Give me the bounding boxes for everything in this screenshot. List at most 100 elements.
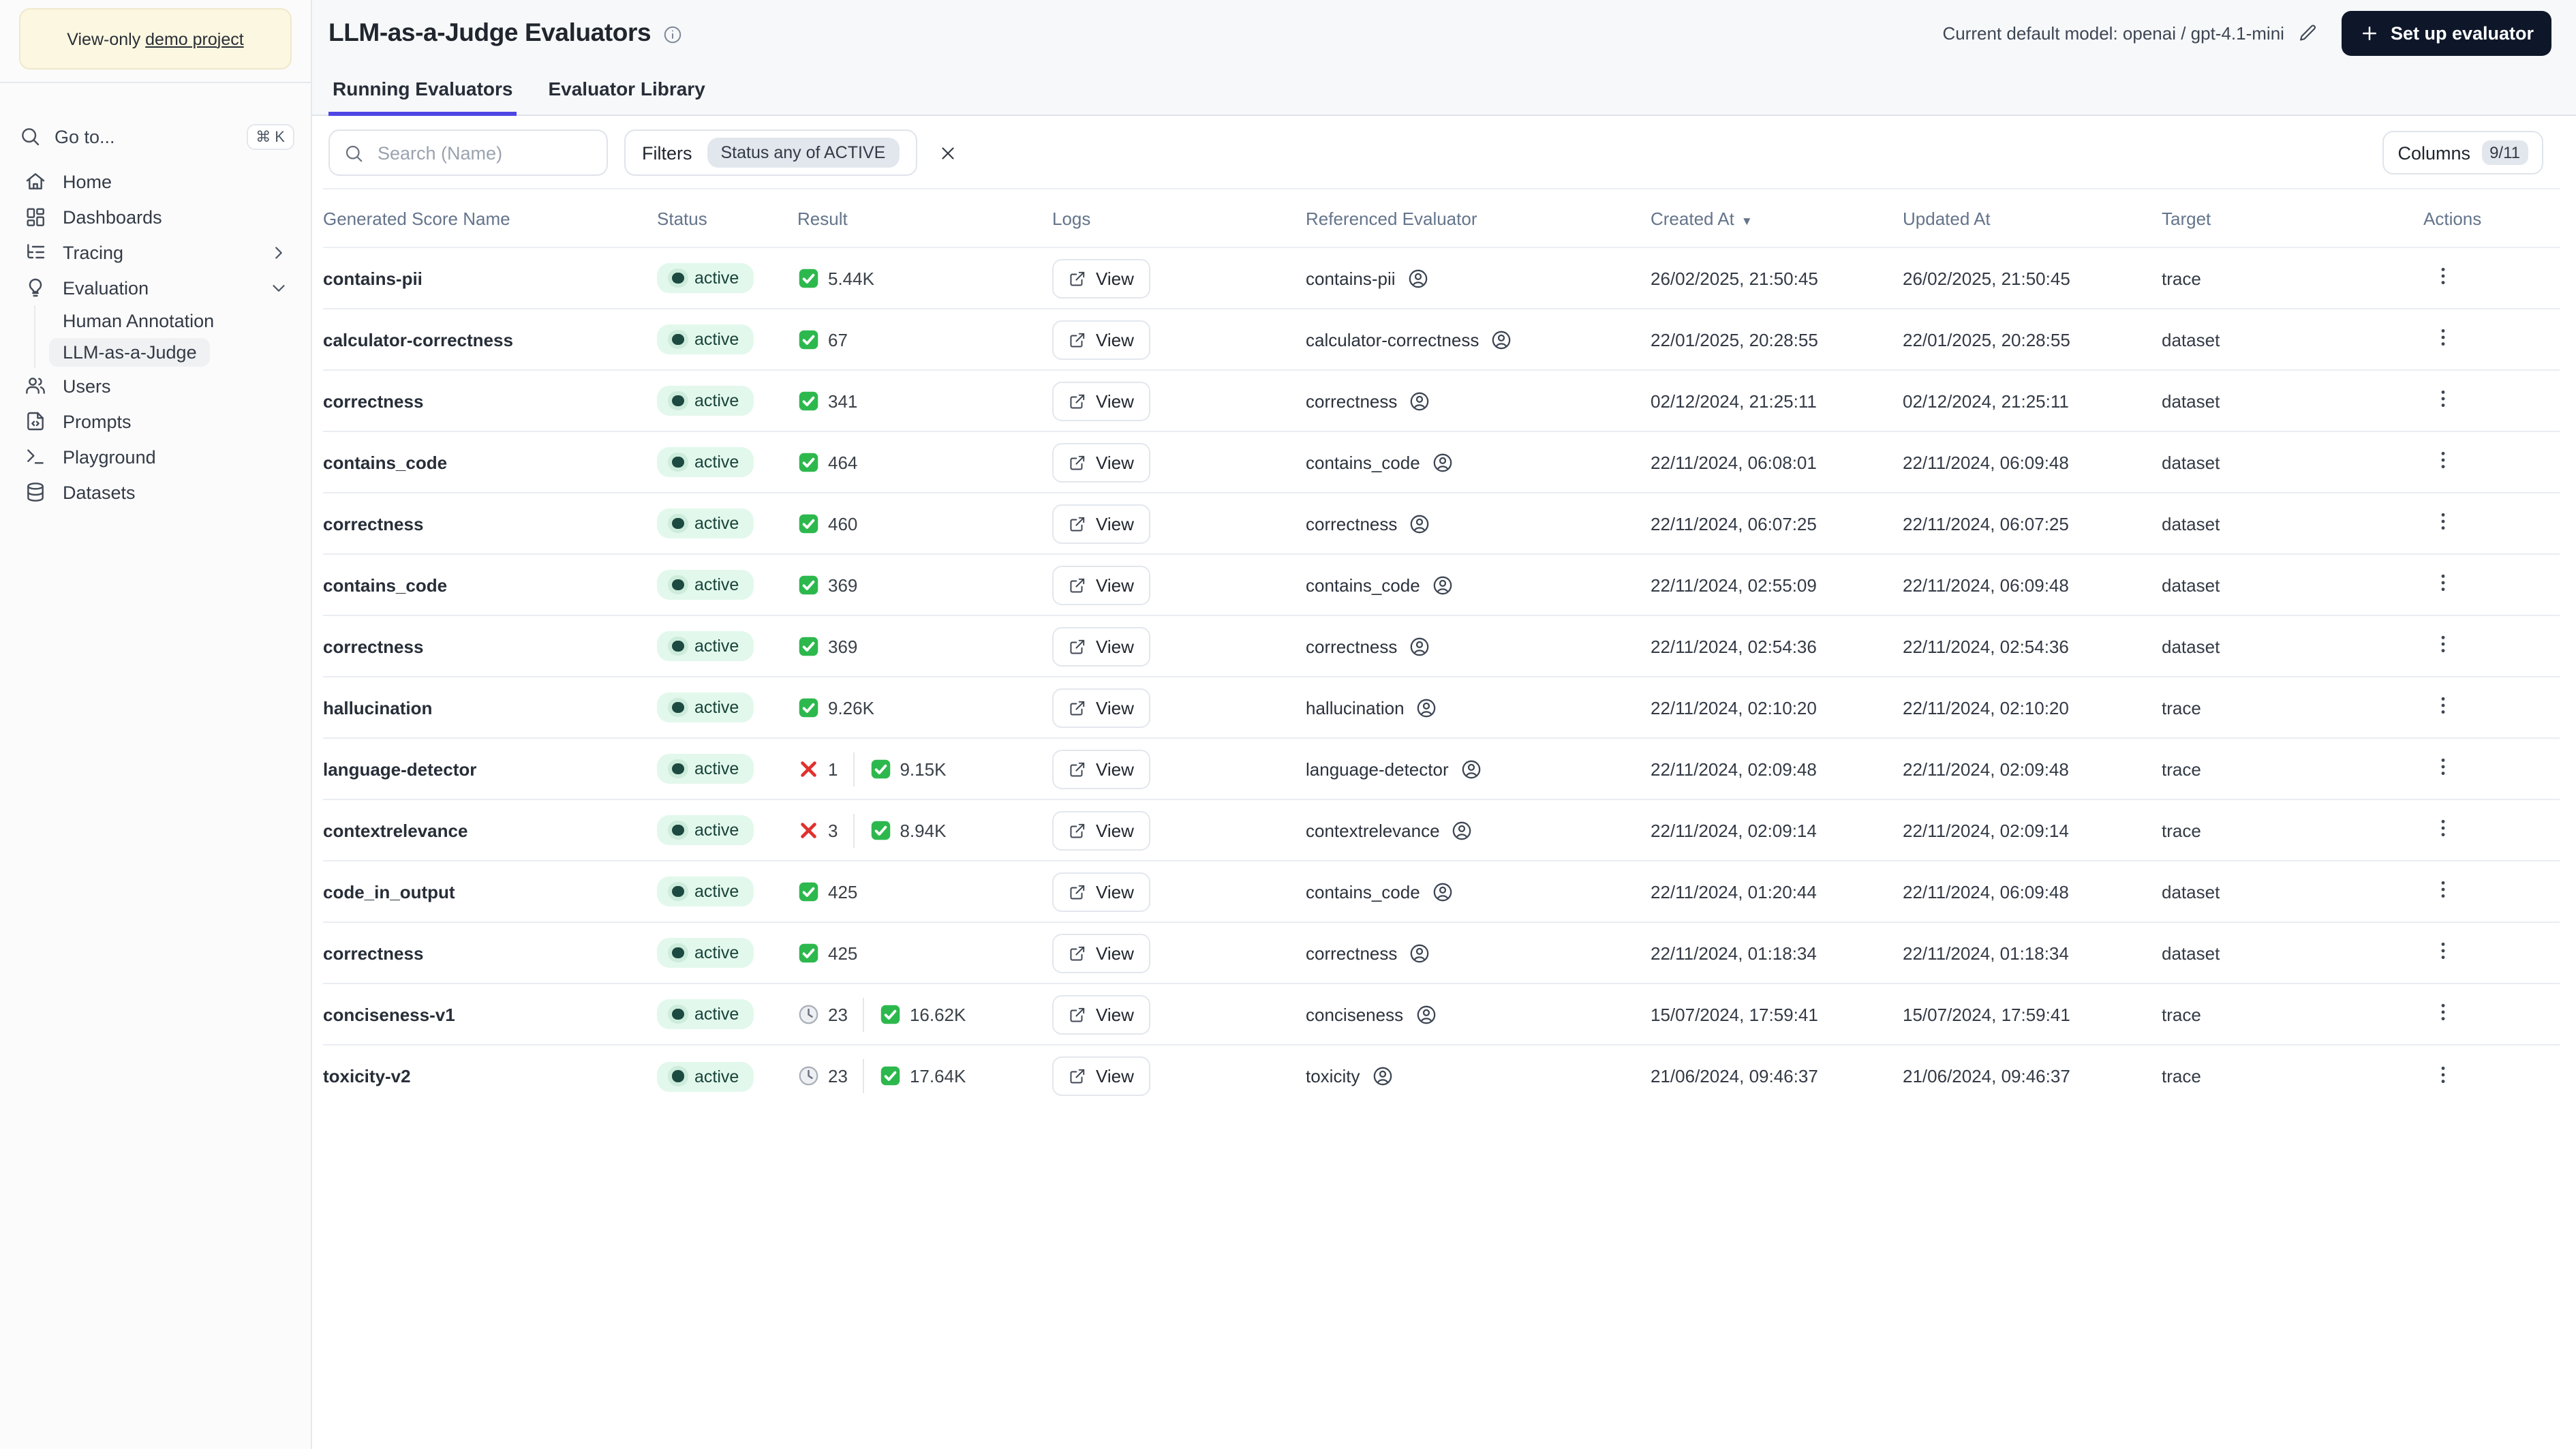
- referenced-evaluator-cell[interactable]: contextrelevance: [1306, 819, 1651, 842]
- logs-view-button[interactable]: View: [1052, 381, 1150, 421]
- target-cell: trace: [2162, 1066, 2201, 1086]
- search-input[interactable]: [375, 141, 593, 164]
- row-actions-menu-icon[interactable]: [2432, 387, 2455, 410]
- referenced-evaluator-cell[interactable]: contains_code: [1306, 451, 1651, 474]
- clear-filters-icon[interactable]: [937, 142, 957, 163]
- logs-view-button[interactable]: View: [1052, 626, 1150, 666]
- table-row[interactable]: contextrelevance active 3 8.94K View contextr…: [323, 800, 2560, 861]
- table-row[interactable]: contains-pii active 5.44K View contains-pii 2…: [323, 248, 2560, 309]
- referenced-evaluator-cell[interactable]: correctness: [1306, 941, 1651, 964]
- table-row[interactable]: calculator-correctness active 67 View calcul…: [323, 309, 2560, 371]
- sidebar-item-datasets[interactable]: Datasets: [0, 474, 311, 510]
- table-row[interactable]: language-detector active 1 9.15K View languag…: [323, 739, 2560, 800]
- pencil-icon[interactable]: [2298, 23, 2317, 42]
- result-divider: [862, 1059, 864, 1093]
- row-actions-menu-icon[interactable]: [2432, 1001, 2455, 1024]
- status-dot-icon: [672, 333, 684, 346]
- logs-view-button[interactable]: View: [1052, 320, 1150, 359]
- table-row[interactable]: correctness active 369 View correctness 22/11…: [323, 616, 2560, 677]
- check-icon: [797, 329, 820, 351]
- logs-view-button[interactable]: View: [1052, 1056, 1150, 1096]
- plus-icon: [2359, 22, 2380, 43]
- sidebar-item-label: Prompts: [63, 411, 132, 431]
- demo-project-link[interactable]: demo project: [145, 29, 244, 48]
- created-at-cell: 22/11/2024, 01:18:34: [1651, 943, 1817, 963]
- logs-view-button[interactable]: View: [1052, 749, 1150, 789]
- sidebar-item-prompts[interactable]: Prompts: [0, 403, 311, 439]
- sidebar-item-tracing[interactable]: Tracing: [0, 234, 311, 270]
- sidebar-item-llm-as-a-judge[interactable]: LLM-as-a-Judge: [0, 337, 311, 368]
- result-count: 9.26K: [828, 697, 874, 718]
- table-row[interactable]: contains_code active 464 View contains_code 2…: [323, 432, 2560, 493]
- referenced-evaluator-cell[interactable]: contains_code: [1306, 880, 1651, 903]
- referenced-evaluator-cell[interactable]: correctness: [1306, 635, 1651, 658]
- columns-button[interactable]: Columns 9/11: [2382, 131, 2543, 174]
- table-row[interactable]: correctness active 341 View correctness 02/12…: [323, 371, 2560, 432]
- logs-view-button[interactable]: View: [1052, 933, 1150, 973]
- score-name-cell: code_in_output: [323, 881, 455, 902]
- table-row[interactable]: toxicity-v2 active 23 17.64K View toxicity 21/…: [323, 1046, 2560, 1107]
- table-row[interactable]: code_in_output active 425 View contains_code…: [323, 861, 2560, 923]
- row-actions-menu-icon[interactable]: [2432, 571, 2455, 594]
- check-icon: [869, 758, 891, 780]
- table-row[interactable]: hallucination active 9.26K View hallucinatio…: [323, 677, 2560, 739]
- logs-view-button[interactable]: View: [1052, 810, 1150, 850]
- referenced-evaluator-cell[interactable]: language-detector: [1306, 757, 1651, 780]
- table-row[interactable]: conciseness-v1 active 23 16.62K View concisen…: [323, 984, 2560, 1046]
- row-actions-menu-icon[interactable]: [2432, 632, 2455, 656]
- referenced-evaluator-cell[interactable]: toxicity: [1306, 1065, 1651, 1088]
- row-actions-menu-icon[interactable]: [2432, 694, 2455, 717]
- row-actions-menu-icon[interactable]: [2432, 878, 2455, 901]
- row-actions-menu-icon[interactable]: [2432, 326, 2455, 349]
- tab-evaluator-library[interactable]: Evaluator Library: [544, 78, 709, 116]
- referenced-evaluator-cell[interactable]: conciseness: [1306, 1003, 1651, 1026]
- x-mark-icon: [797, 758, 820, 780]
- referenced-evaluator-cell[interactable]: contains_code: [1306, 573, 1651, 596]
- logs-view-button[interactable]: View: [1052, 442, 1150, 482]
- referenced-evaluator-name: correctness: [1306, 636, 1398, 656]
- table-row[interactable]: contains_code active 369 View contains_code 2…: [323, 555, 2560, 616]
- logs-view-button[interactable]: View: [1052, 258, 1150, 298]
- referenced-evaluator-cell[interactable]: hallucination: [1306, 696, 1651, 719]
- row-actions-menu-icon[interactable]: [2432, 510, 2455, 533]
- sidebar-item-playground[interactable]: Playground: [0, 439, 311, 474]
- set-up-evaluator-button[interactable]: Set up evaluator: [2341, 10, 2551, 55]
- referenced-evaluator-cell[interactable]: contains-pii: [1306, 266, 1651, 290]
- users-icon: [25, 375, 46, 397]
- status-badge: active: [657, 876, 754, 906]
- row-actions-menu-icon[interactable]: [2432, 448, 2455, 472]
- filters-button[interactable]: Filters Status any of ACTIVE: [624, 129, 917, 176]
- referenced-evaluator-name: contains_code: [1306, 881, 1420, 902]
- goto-search[interactable]: Go to... ⌘ K: [19, 117, 294, 155]
- status-badge: active: [657, 692, 754, 722]
- row-actions-menu-icon[interactable]: [2432, 1063, 2455, 1086]
- chevron-right-icon: [269, 242, 289, 262]
- status-dot-icon: [672, 701, 684, 714]
- logs-view-button[interactable]: View: [1052, 504, 1150, 543]
- sidebar-item-home[interactable]: Home: [0, 164, 311, 199]
- referenced-evaluator-cell[interactable]: calculator-correctness: [1306, 328, 1651, 351]
- sidebar-item-human-annotation[interactable]: Human Annotation: [0, 305, 311, 337]
- columns-label: Columns: [2397, 142, 2471, 163]
- logs-view-button[interactable]: View: [1052, 994, 1150, 1034]
- referenced-evaluator-cell[interactable]: correctness: [1306, 512, 1651, 535]
- table-row[interactable]: correctness active 425 View correctness 22/11…: [323, 923, 2560, 984]
- row-actions-menu-icon[interactable]: [2432, 817, 2455, 840]
- referenced-evaluator-cell[interactable]: correctness: [1306, 389, 1651, 412]
- tab-running-evaluators[interactable]: Running Evaluators: [328, 78, 517, 116]
- column-header-generated-score-name: Generated Score Name: [323, 208, 510, 228]
- row-actions-menu-icon[interactable]: [2432, 755, 2455, 778]
- logs-view-button[interactable]: View: [1052, 565, 1150, 605]
- table-row[interactable]: correctness active 460 View correctness 22/11…: [323, 493, 2560, 555]
- lightbulb-icon: [25, 277, 46, 299]
- logs-view-button[interactable]: View: [1052, 688, 1150, 727]
- column-header-created-at[interactable]: Created At ▼: [1651, 208, 1903, 228]
- score-name-cell: toxicity-v2: [323, 1066, 411, 1086]
- column-header-updated-at[interactable]: Updated At: [1903, 208, 2162, 228]
- row-actions-menu-icon[interactable]: [2432, 939, 2455, 962]
- logs-view-button[interactable]: View: [1052, 872, 1150, 911]
- sidebar-item-evaluation[interactable]: Evaluation: [0, 270, 311, 305]
- row-actions-menu-icon[interactable]: [2432, 264, 2455, 288]
- sidebar-item-dashboards[interactable]: Dashboards: [0, 199, 311, 234]
- sidebar-item-users[interactable]: Users: [0, 368, 311, 403]
